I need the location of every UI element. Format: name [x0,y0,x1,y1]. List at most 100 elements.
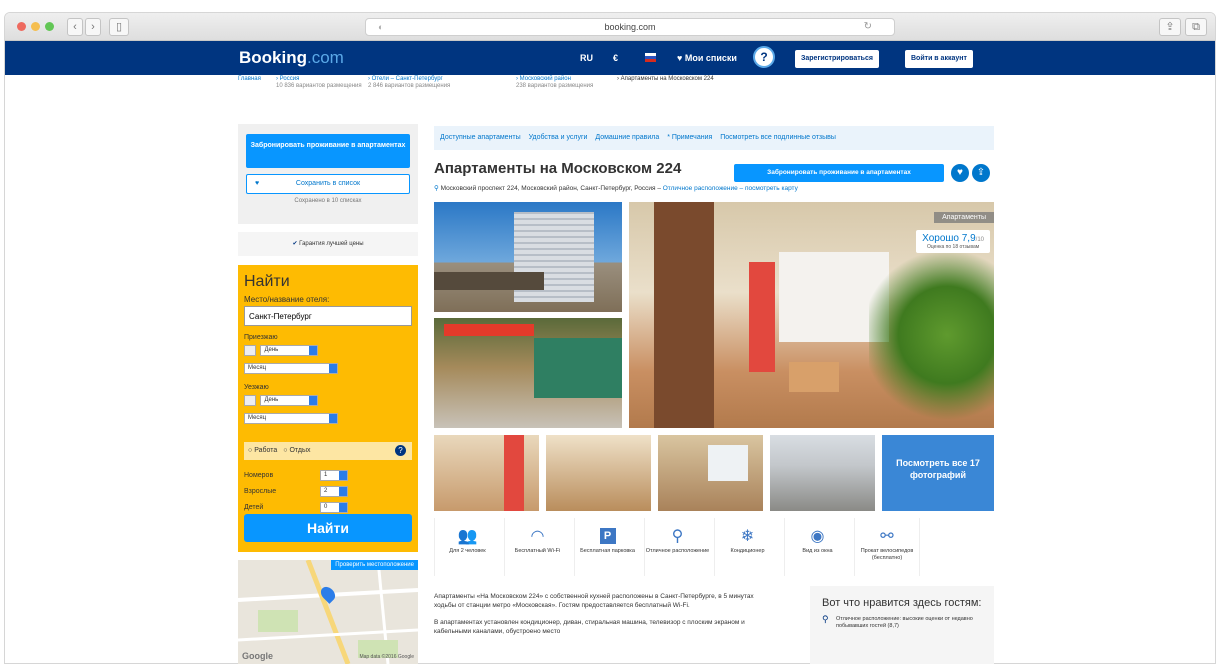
amenity-parking: P Бесплатная парковка [574,518,640,576]
currency-selector[interactable]: € [613,53,618,63]
photo-building-exterior[interactable] [434,202,622,312]
help-icon[interactable]: ? [753,46,775,68]
trip-purpose: ○ Работа ○ Отдых ? [244,442,412,460]
photo-kitchen-2[interactable] [546,435,651,511]
view-all-photos-button[interactable]: Посмотреть все 17 фотографий [882,435,994,511]
breadcrumb-district[interactable]: › Московский район 238 вариантов размещен… [516,76,593,89]
amenity-wifi: ◠ Бесплатный Wi-Fi [504,518,570,576]
breadcrumb-city[interactable]: › Отели – Санкт-Петербург 2 846 вариантов… [368,76,450,89]
parking-icon: P [575,526,640,548]
checkin-calendar-icon[interactable] [244,345,256,357]
rating-badge[interactable]: Хорошо 7,9/10 Оценка по 18 отзывам [916,230,990,253]
description-paragraph-1: Апартаменты «На Московском 224» с собств… [434,593,754,609]
eye-icon: ◉ [810,528,825,545]
photo-kitchen-3[interactable] [658,435,763,511]
breadcrumb-current: › Апартаменты на Московском 224 [617,76,714,82]
amenity-bicycle: ⚯ Прокат велосипедов (бесплатно) [854,518,920,576]
location-map[interactable]: Проверить местоположение Google Map data… [238,560,418,664]
work-radio[interactable]: ○ Работа [248,447,277,454]
share-icon[interactable]: ⇪ [1159,18,1181,36]
description-paragraph-2: В апартаментах установлен кондиционер, д… [434,619,745,635]
photo-kitchen-1[interactable] [434,435,539,511]
wifi-icon: ◠ [530,528,545,545]
reload-icon[interactable]: ↻ [864,19,872,35]
check-location-button[interactable]: Проверить местоположение [331,560,418,570]
breadcrumb-country[interactable]: › Россия 10 836 вариантов размещения [276,76,362,89]
heart-icon: ♥ [677,53,683,63]
checkout-calendar-icon[interactable] [244,395,256,407]
property-book-button[interactable]: Забронировать проживание в апартаментах [734,164,944,182]
search-title: Найти [244,273,290,290]
sidebar-icon[interactable]: ▯ [109,18,129,36]
guest-likes-panel: Вот что нравится здесь гостям: ⚲ Отличное… [810,586,994,664]
address-bar[interactable]: ◐ booking.com ↻ [365,18,895,36]
bicycle-icon: ⚯ [880,528,894,545]
best-price-guarantee[interactable]: ✔ Гарантия лучшей цены [238,232,418,256]
tab-reviews[interactable]: Посмотреть все подлинные отзывы [720,134,836,141]
tabs-icon[interactable]: ⧉ [1185,18,1207,36]
checkout-label: Уезжаю [244,384,269,391]
share-icon[interactable]: ⇪ [972,164,990,182]
property-tabs: Доступные апартаменты Удобства и услуги … [434,126,994,150]
rooms-select[interactable]: 1 [320,469,348,481]
forward-icon[interactable]: › [85,18,101,36]
destination-label: Место/название отеля: [244,295,330,304]
adults-row: Взрослые 2 [244,484,412,500]
amenity-view: ◉ Вид из окна [784,518,850,576]
breadcrumb-home[interactable]: Главная [238,76,261,82]
search-panel: Найти Место/название отеля: Приезжаю Ден… [238,265,418,552]
heart-icon[interactable]: ♥ [951,164,969,182]
wishlist-link[interactable]: ♥ Мои списки [677,53,737,63]
guest-likes-item: ⚲ Отличное расположение: высокие оценки о… [822,614,973,630]
map-graphic [238,560,418,664]
login-button[interactable]: Войти в аккаунт [905,50,973,68]
checkin-day-select[interactable]: День [260,345,319,357]
checkout-day-select[interactable]: День [260,395,319,407]
children-select[interactable]: 0 [320,501,348,513]
photo-street-shops[interactable] [434,318,622,428]
map-attribution: Map data ©2016 Google [359,654,414,660]
map-link[interactable]: Отличное расположение – посмотреть карту [663,185,798,192]
tab-notes[interactable]: * Примечания [667,134,712,141]
flag-icon[interactable] [645,53,656,62]
checkin-month-select[interactable]: Месяц [244,363,338,375]
location-pin-icon: ⚲ [671,528,684,545]
tab-available[interactable]: Доступные апартаменты [440,134,521,141]
tab-house-rules[interactable]: Домашние правила [595,134,659,141]
page-title: Апартаменты на Московском 224 [434,160,682,177]
photo-living-room[interactable]: Апартаменты Хорошо 7,9/10 Оценка по 18 о… [629,202,994,428]
leisure-radio[interactable]: ○ Отдых [283,447,310,454]
browser-toolbar: ‹ › ▯ ◐ booking.com ↻ ⇪ ⧉ [5,13,1215,41]
maximize-window-button[interactable] [45,22,54,31]
search-submit-button[interactable]: Найти [244,514,412,542]
property-type-badge: Апартаменты [934,212,994,223]
sidebar-book-button[interactable]: Забронировать проживание в апартаментах [246,134,410,168]
help-icon[interactable]: ? [395,445,406,456]
people-icon: 👥 [457,528,478,545]
property-address: ⚲ Московский проспект 224, Московский ра… [434,185,798,192]
register-button[interactable]: Зарегистрироваться [795,50,879,68]
rooms-row: Номеров 1 [244,468,412,484]
tab-amenities[interactable]: Удобства и услуги [529,134,588,141]
sidebar: Забронировать проживание в апартаментах … [238,124,418,256]
back-icon[interactable]: ‹ [67,18,83,36]
destination-input[interactable] [244,306,412,326]
url-text: booking.com [604,22,656,32]
guest-likes-title: Вот что нравится здесь гостям: [822,597,982,609]
amenity-people: 👥 Для 2 человек [434,518,500,576]
checkin-label: Приезжаю [244,334,278,341]
google-logo: Google [242,651,273,661]
photo-view[interactable] [770,435,875,511]
adults-select[interactable]: 2 [320,485,348,497]
property-description: Апартаменты «На Московском 224» с собств… [434,592,774,636]
minimize-window-button[interactable] [31,22,40,31]
privacy-icon: ◐ [378,22,384,32]
amenity-ac: ❄ Кондиционер [714,518,780,576]
heart-icon: ♥ [255,180,260,187]
amenity-location: ⚲ Отличное расположение [644,518,710,576]
booking-logo[interactable]: Booking.com [239,48,344,68]
language-selector[interactable]: RU [580,53,593,63]
save-to-list-button[interactable]: ♥ Сохранить в список [246,174,410,194]
checkout-month-select[interactable]: Месяц [244,413,338,425]
close-window-button[interactable] [17,22,26,31]
